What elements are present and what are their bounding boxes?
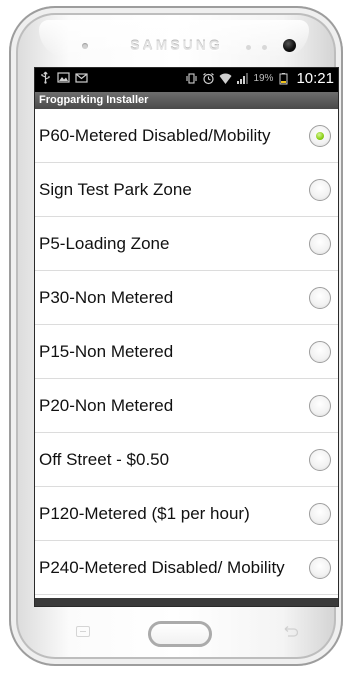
list-item-label: P15-Non Metered xyxy=(39,341,174,361)
list-item-label: P120-Metered ($1 per hour) xyxy=(39,503,250,523)
radio-button[interactable] xyxy=(309,556,331,579)
front-camera-icon xyxy=(283,39,296,52)
radio-button[interactable] xyxy=(309,502,331,525)
alarm-icon xyxy=(203,73,215,85)
list-item[interactable]: P30-Non Metered xyxy=(35,271,338,325)
home-button[interactable] xyxy=(148,621,212,647)
screen: 19% 10:21 Frogparking Installer P60-Mete… xyxy=(35,68,338,606)
list-item-label: P240-Metered Disabled/ Mobility xyxy=(39,557,285,577)
list-item-label: Sign Test Park Zone xyxy=(39,179,192,199)
battery-icon xyxy=(279,73,288,85)
proximity-sensor-icon xyxy=(246,45,251,50)
radio-button[interactable] xyxy=(309,340,331,363)
list-item-label: P30-Non Metered xyxy=(39,287,174,307)
speaker-icon xyxy=(82,43,88,49)
app-title-bar: Frogparking Installer xyxy=(35,92,338,109)
light-sensor-icon xyxy=(262,45,267,50)
system-icons: 19% 10:21 xyxy=(185,70,334,87)
radio-button[interactable] xyxy=(309,394,331,417)
clock: 10:21 xyxy=(296,70,334,87)
list-item-label: P20-Non Metered xyxy=(39,395,174,415)
list-item[interactable]: P240-Metered Disabled/ Mobility xyxy=(35,541,338,595)
screen-bottom-edge xyxy=(35,598,338,606)
usb-icon xyxy=(41,71,50,84)
image-icon xyxy=(57,72,70,83)
back-key-icon[interactable] xyxy=(282,625,298,637)
notification-icons xyxy=(39,71,88,84)
radio-button[interactable] xyxy=(309,232,331,255)
list-item[interactable]: Sign Test Park Zone xyxy=(35,163,338,217)
app-title: Frogparking Installer xyxy=(39,94,149,106)
list-item-label: P5-Loading Zone xyxy=(39,233,170,253)
radio-button-selected[interactable] xyxy=(309,124,331,147)
list-item[interactable]: Off Street - $0.50 xyxy=(35,433,338,487)
list-item[interactable]: P5-Loading Zone xyxy=(35,217,338,271)
list-item[interactable]: P15-Non Metered xyxy=(35,325,338,379)
list-item-label: P60-Metered Disabled/Mobility xyxy=(39,125,271,145)
list-item[interactable]: P20-Non Metered xyxy=(35,379,338,433)
radio-button[interactable] xyxy=(309,448,331,471)
list-item[interactable]: P60-Metered Disabled/Mobility xyxy=(35,109,338,163)
brand-logo: SAMSUNG xyxy=(130,37,223,53)
vibrate-icon xyxy=(186,73,197,84)
wifi-icon xyxy=(219,73,232,84)
signal-icon xyxy=(237,73,249,84)
radio-button[interactable] xyxy=(309,286,331,309)
battery-percent: 19% xyxy=(253,73,274,84)
status-bar: 19% 10:21 xyxy=(35,68,338,92)
radio-button[interactable] xyxy=(309,178,331,201)
list-item-label: Off Street - $0.50 xyxy=(39,449,170,469)
mail-icon xyxy=(75,73,88,83)
list-item[interactable]: P120-Metered ($1 per hour) xyxy=(35,487,338,541)
parking-zone-list: P60-Metered Disabled/Mobility Sign Test … xyxy=(35,109,338,595)
menu-key-icon[interactable] xyxy=(76,626,90,637)
